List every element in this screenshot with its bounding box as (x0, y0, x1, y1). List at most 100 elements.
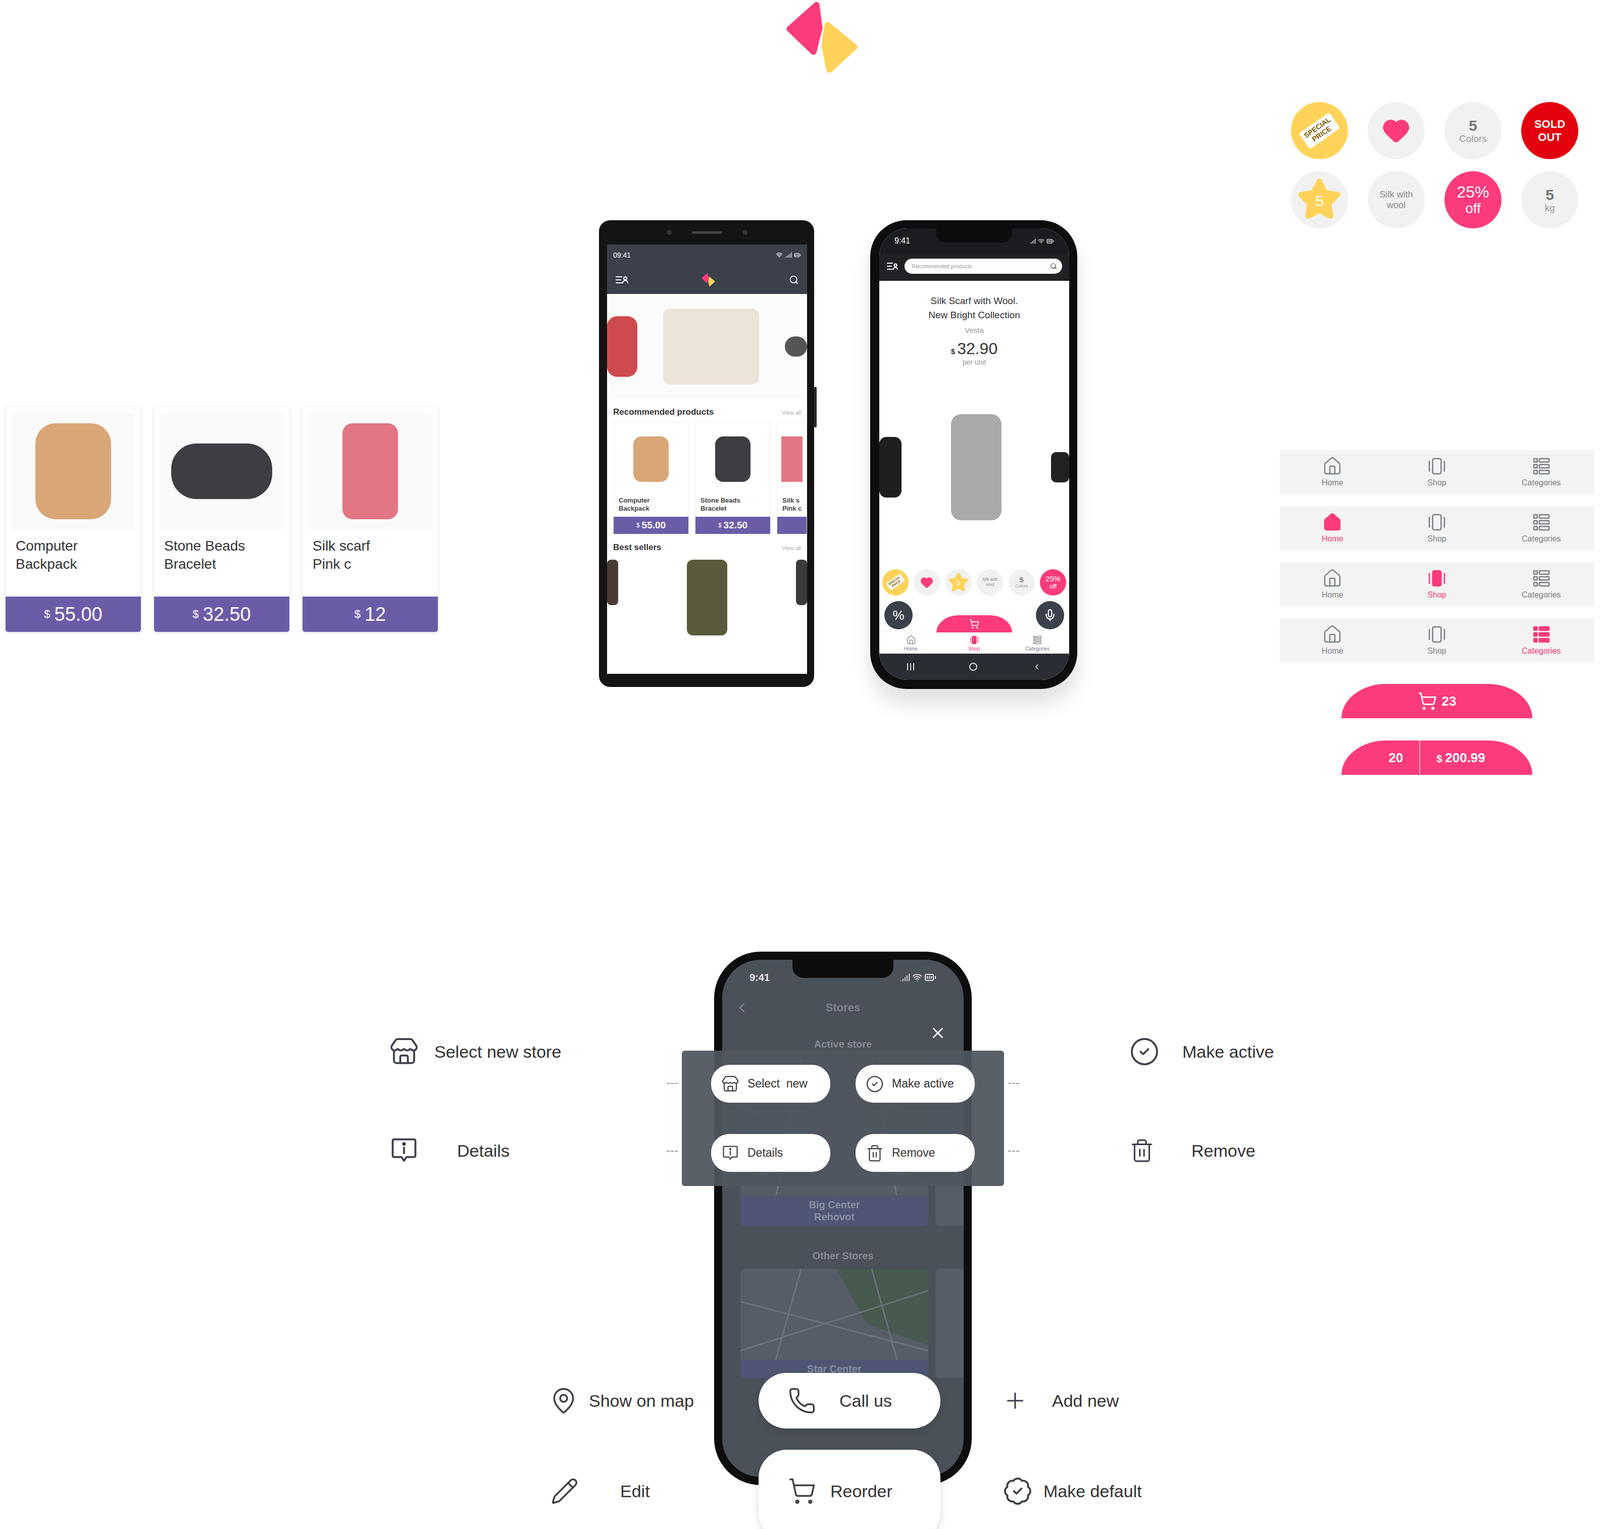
rating-badge: 5 (1290, 171, 1348, 229)
product-name: Silk sPink c (777, 495, 807, 517)
discount-button[interactable]: % (884, 601, 913, 630)
logo (781, 0, 866, 76)
search-icon[interactable] (788, 274, 799, 285)
legend-item: Make active (1129, 1036, 1413, 1067)
nav-item[interactable]: Categories (1488, 453, 1594, 491)
call-button[interactable]: Call us (758, 1372, 941, 1429)
action-row: Show on mapCall usAdd new (545, 1372, 1159, 1429)
home-screen: 09:41Recommended productsView allCompute… (607, 244, 808, 674)
product-card[interactable]: Stone BeadsBracelet$32.50 (694, 422, 771, 535)
price-button[interactable]: $12 (302, 596, 438, 632)
wifi-icon (1037, 237, 1045, 245)
legend-item: Make default (946, 1475, 1159, 1507)
favorite-badge[interactable] (913, 569, 940, 596)
home-icon (1322, 624, 1343, 645)
check-circle-icon (1129, 1036, 1160, 1067)
store-card[interactable]: Star Center (740, 1268, 929, 1378)
nav-item[interactable]: Home (1280, 621, 1385, 659)
product-card[interactable]: Silk scarfPink c$12 (302, 406, 439, 633)
home-icon (1322, 456, 1343, 477)
legend-item: Remove (1129, 1135, 1413, 1166)
price-button[interactable] (777, 516, 807, 534)
product-card[interactable]: Stone BeadsBracelet$32.50 (153, 406, 290, 633)
product-card[interactable]: ComputerBackpack$55.00 (5, 406, 142, 633)
cart-tab[interactable]: 23 (1341, 683, 1533, 719)
nav-bar-states: HomeShopCategoriesHomeShopCategoriesHome… (1280, 450, 1600, 662)
home-icon (1322, 568, 1343, 589)
menu-button[interactable]: Remove (855, 1133, 975, 1172)
categories-icon (1531, 456, 1552, 477)
cart-count: 23 (1441, 693, 1457, 710)
screen-title: Stores (825, 1001, 861, 1015)
price-button[interactable]: $32.50 (154, 596, 290, 632)
favorite-badge[interactable] (1367, 102, 1425, 160)
menu-icon[interactable] (615, 274, 629, 286)
sold-out-badge: SOLD OUT (1521, 102, 1579, 160)
voice-button[interactable] (1035, 601, 1065, 630)
badge-value: 5 (1468, 117, 1478, 134)
nav-item[interactable]: Shop (1384, 453, 1490, 491)
nav-item[interactable]: Shop (1384, 621, 1490, 659)
price: $32.90 (887, 339, 1062, 359)
nav-item[interactable]: Shop (1384, 565, 1490, 603)
shop-icon (1426, 624, 1447, 645)
back-button[interactable] (734, 1000, 750, 1016)
badge-check-icon (1002, 1475, 1033, 1507)
nav-item[interactable]: Home (879, 633, 943, 654)
product-carousel: ComputerBackpack$55.00Stone BeadsBracele… (607, 422, 808, 535)
product-name: ComputerBackpack (613, 495, 689, 517)
price-button[interactable]: $55.00 (613, 516, 689, 534)
close-button[interactable] (929, 1024, 947, 1042)
menu-button[interactable]: Make active (855, 1064, 975, 1103)
product-card[interactable]: ComputerBackpack$55.00 (613, 422, 689, 535)
shop-icon (1426, 512, 1447, 533)
battery-icon (1046, 237, 1055, 245)
badge-label: off (1049, 582, 1057, 590)
menu-icon[interactable] (886, 261, 899, 272)
nav-item[interactable]: Categories (1488, 621, 1594, 659)
view-all-link[interactable]: View all (781, 409, 802, 416)
menu-button[interactable]: Select new (711, 1064, 831, 1103)
cart-tab-states: 23 20$200.99 (1280, 683, 1594, 775)
product-image (11, 412, 135, 530)
store-card[interactable] (935, 1268, 964, 1378)
best-sellers-row (607, 557, 808, 674)
cart-tab[interactable] (936, 615, 1013, 633)
nav-item[interactable]: Home (1280, 509, 1385, 547)
reorder-button[interactable]: Reorder (758, 1449, 941, 1529)
search-field[interactable]: Recommended products (904, 258, 1063, 274)
recent-apps-icon[interactable] (907, 663, 915, 671)
product-card[interactable]: Silk sPink c (776, 422, 808, 535)
side-button (814, 386, 817, 428)
screen-header: Stores (722, 994, 964, 1021)
components-column: SPECIAL PRICE5ColorsSOLD OUT5Silk with w… (1078, 80, 1600, 783)
menu-button[interactable]: Details (711, 1133, 831, 1172)
status-bar: 9:41 (722, 959, 964, 995)
view-all-link[interactable]: View all (781, 544, 802, 552)
nav-item[interactable]: Categories (1488, 565, 1594, 603)
nav-item[interactable]: Categories (1006, 633, 1070, 654)
home-button-icon[interactable] (969, 662, 978, 671)
badge-value: 5 (945, 569, 972, 596)
nav-item[interactable]: Categories (1488, 509, 1594, 547)
price-button[interactable]: $32.50 (695, 516, 771, 534)
header (0, 0, 1600, 81)
search-icon (1050, 262, 1058, 270)
cart-icon (787, 1476, 817, 1506)
badge-text: SOLD OUT (1534, 117, 1566, 144)
menu-icon (865, 1143, 884, 1163)
back-icon[interactable] (1032, 662, 1042, 672)
special-price-badge: SPECIAL PRICE (882, 569, 909, 596)
nav-item[interactable]: Home (1280, 565, 1385, 603)
nav-item[interactable]: Home (1280, 453, 1385, 491)
nav-item[interactable]: Shop (1384, 509, 1490, 547)
hero-banner[interactable] (607, 293, 808, 399)
product-image (160, 412, 284, 530)
design-board: ComputerBackpack$55.00Stone BeadsBracele… (0, 0, 1600, 1529)
price-button[interactable]: $55.00 (5, 596, 141, 632)
cart-total-tab[interactable]: 20$200.99 (1341, 740, 1533, 775)
signal-icon (1029, 237, 1036, 245)
nav-item[interactable]: Shop (942, 633, 1006, 654)
showcase: ComputerBackpack$55.00Stone BeadsBracele… (0, 80, 1600, 783)
special-price-badge: SPECIAL PRICE (1290, 102, 1348, 160)
